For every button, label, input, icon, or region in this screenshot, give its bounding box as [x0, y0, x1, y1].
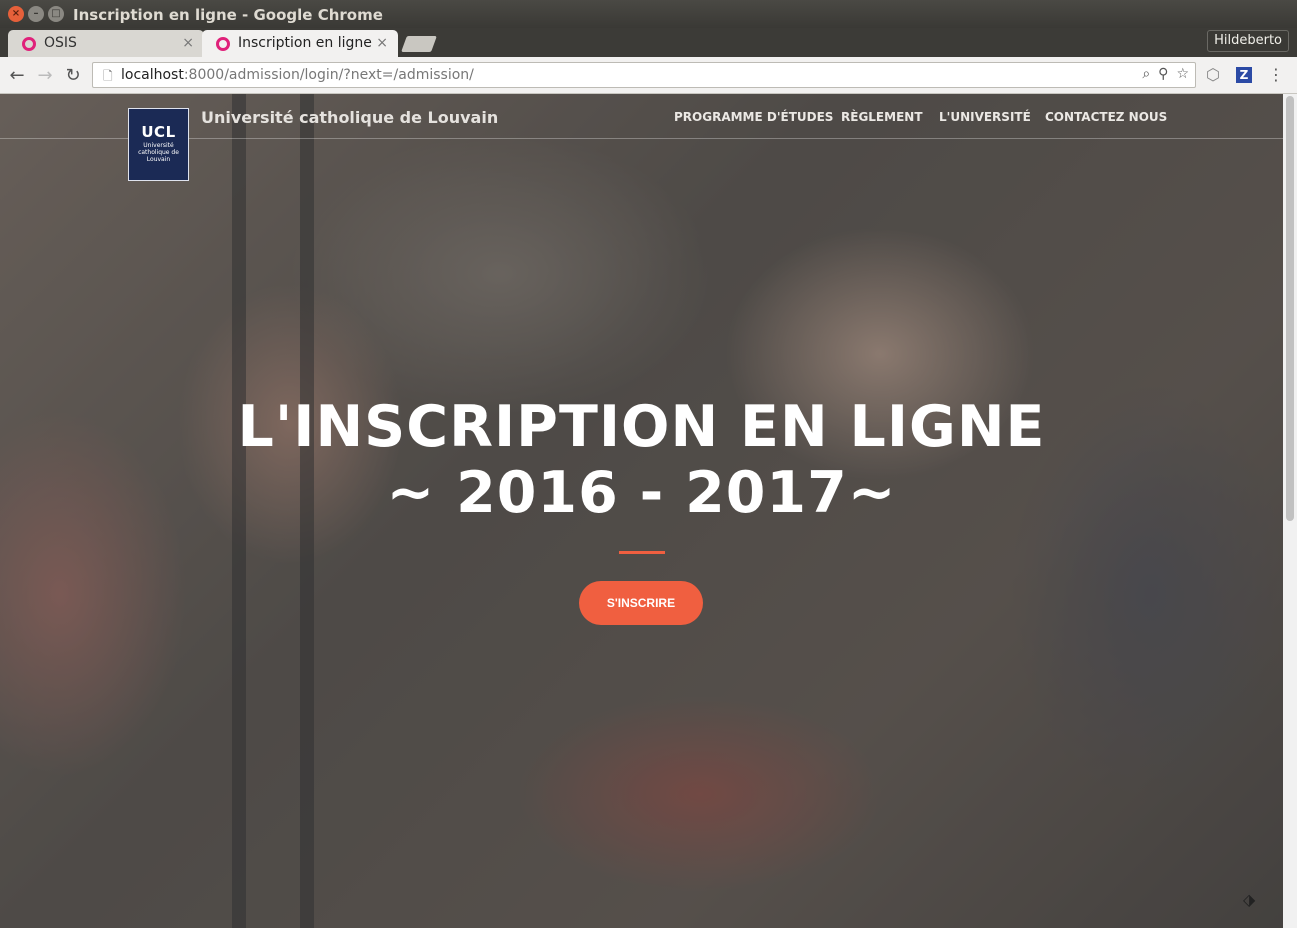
url-path: :8000/admission/login/?next=/admission/ [183, 67, 474, 83]
nav-universite[interactable]: L'UNIVERSITÉ [939, 110, 1031, 124]
hero-heading-line1: L'INSCRIPTION EN LIGNE [237, 394, 1046, 460]
osis-favicon-icon [216, 37, 230, 51]
tab-osis[interactable]: OSIS × [8, 30, 204, 57]
bookmark-star-icon[interactable]: ☆ [1176, 66, 1189, 82]
window-title: Inscription en ligne - Google Chrome [73, 6, 383, 24]
sinscrire-button[interactable]: S'INSCRIRE [579, 581, 703, 625]
page-scrollbar[interactable] [1283, 94, 1297, 928]
url-text[interactable]: localhost:8000/admission/login/?next=/ad… [121, 67, 474, 83]
hero-heading-line2: ~ 2016 - 2017~ [386, 460, 897, 526]
hero-divider [619, 551, 665, 554]
nav-contactez-nous[interactable]: CONTACTEZ NOUS [1045, 110, 1167, 124]
tab-label: OSIS [44, 35, 77, 51]
url-host: localhost [121, 67, 184, 83]
window-titlebar: × – □ Inscription en ligne - Google Chro… [0, 0, 1297, 28]
tab-strip: OSIS × Inscription en ligne × Hildeberto [0, 28, 1297, 57]
chrome-menu-icon[interactable]: ⋮ [1268, 65, 1284, 84]
tab-inscription[interactable]: Inscription en ligne × [202, 30, 398, 57]
window-controls: × – □ [8, 6, 64, 22]
feedback-icon[interactable]: ⬗ [1243, 890, 1255, 909]
back-icon[interactable]: ← [6, 65, 28, 86]
window-minimize-button[interactable]: – [28, 6, 44, 22]
shield-extension-icon[interactable]: ⬡ [1206, 65, 1220, 84]
tab-close-icon[interactable]: × [376, 30, 388, 57]
zotero-extension-icon[interactable]: Z [1235, 66, 1252, 83]
browser-toolbar: ← → ↻ 🗋 localhost:8000/admission/login/?… [0, 57, 1297, 94]
logo-title: UCL [141, 123, 176, 141]
profile-button[interactable]: Hildeberto [1207, 30, 1289, 52]
key-icon[interactable]: ⚲ [1158, 66, 1168, 82]
zoom-icon[interactable]: ⌕ [1142, 66, 1150, 82]
extension-area: ⬡ Z ⋮ [1206, 65, 1284, 84]
tab-label: Inscription en ligne [238, 35, 372, 51]
forward-icon[interactable]: → [34, 65, 56, 86]
address-bar[interactable]: 🗋 localhost:8000/admission/login/?next=/… [92, 62, 1196, 88]
omnibox-actions: ⌕ ⚲ ☆ [1142, 66, 1189, 82]
new-tab-button[interactable] [401, 36, 437, 52]
hero-heading: L'INSCRIPTION EN LIGNE ~ 2016 - 2017~ [0, 394, 1283, 526]
logo-subtitle: Université catholique de Louvain [138, 142, 179, 163]
osis-favicon-icon [22, 37, 36, 51]
reload-icon[interactable]: ↻ [62, 65, 84, 86]
page-viewport: UCL Université catholique de Louvain Uni… [0, 94, 1297, 928]
page-info-icon[interactable]: 🗋 [103, 67, 113, 88]
site-brand[interactable]: Université catholique de Louvain [201, 108, 498, 127]
site-navbar: UCL Université catholique de Louvain Uni… [0, 94, 1297, 181]
tab-close-icon[interactable]: × [182, 30, 194, 57]
nav-programme-etudes[interactable]: PROGRAMME D'ÉTUDES [674, 110, 833, 124]
scrollbar-thumb[interactable] [1286, 96, 1294, 521]
window-maximize-button[interactable]: □ [48, 6, 64, 22]
window-close-button[interactable]: × [8, 6, 24, 22]
nav-reglement[interactable]: RÈGLEMENT [841, 110, 923, 124]
ucl-logo[interactable]: UCL Université catholique de Louvain [128, 108, 189, 181]
